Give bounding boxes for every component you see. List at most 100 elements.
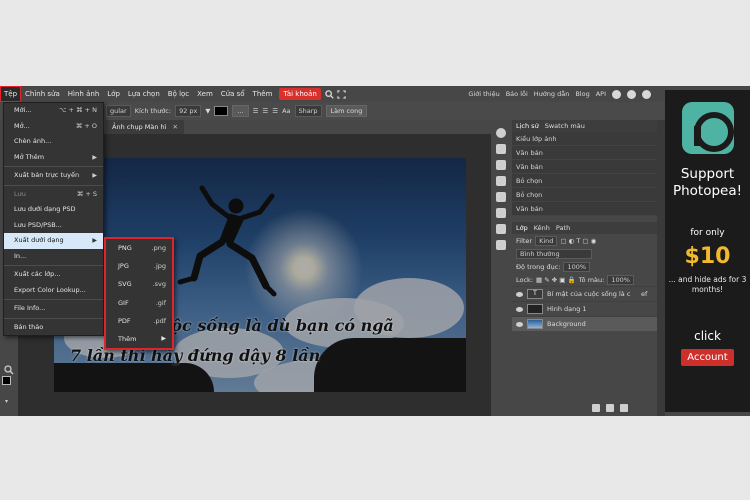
- paragraph-icon[interactable]: [496, 192, 506, 202]
- brush-icon[interactable]: [496, 160, 506, 170]
- search-icon[interactable]: [324, 86, 336, 102]
- tab-label: Ảnh chụp Màn hì: [112, 123, 167, 131]
- export-jpg[interactable]: JPG .jpg: [106, 257, 172, 275]
- menu-filter[interactable]: Bộ lọc: [164, 86, 193, 102]
- facebook-icon[interactable]: [642, 89, 651, 99]
- caption-line-1[interactable]: cuộc sống là dù bạn có ngã: [150, 316, 394, 335]
- twitter-icon[interactable]: [627, 89, 636, 99]
- chevron-down-icon[interactable]: ▼: [205, 107, 210, 115]
- foreground-color-swatch[interactable]: [2, 376, 11, 385]
- new-layer-icon[interactable]: [606, 404, 614, 412]
- align-center-icon[interactable]: ☰: [262, 107, 268, 115]
- opacity-input[interactable]: 100%: [563, 261, 591, 272]
- adjustments-icon[interactable]: [496, 176, 506, 186]
- ad-account-button[interactable]: Account: [681, 349, 734, 366]
- menu-item-export-color-lookup[interactable]: Export Color Lookup...: [4, 283, 103, 299]
- filter-kind-select[interactable]: Kind: [535, 235, 558, 246]
- menu-more[interactable]: Thêm: [249, 86, 277, 102]
- link-api[interactable]: API: [596, 90, 606, 98]
- menu-item-export-layers[interactable]: Xuất các lớp...: [4, 267, 103, 283]
- more-options-button[interactable]: ...: [232, 105, 249, 117]
- history-row[interactable]: Bỏ chọn: [512, 188, 657, 202]
- menu-item-print[interactable]: In...: [4, 249, 103, 265]
- export-svg[interactable]: SVG .svg: [106, 275, 172, 293]
- menu-item-open-more[interactable]: Mở Thêm ▶: [4, 150, 103, 166]
- layer-row[interactable]: Background: [512, 316, 657, 331]
- menu-edit[interactable]: Chỉnh sửa: [21, 86, 64, 102]
- menu-view[interactable]: Xem: [193, 86, 217, 102]
- history-row[interactable]: Văn bản: [512, 146, 657, 160]
- menu-account[interactable]: Tài khoản: [279, 88, 321, 100]
- menu-item-drafts[interactable]: Bản thảo: [4, 320, 103, 336]
- menu-window[interactable]: Cửa sổ: [217, 86, 249, 102]
- menu-item-save[interactable]: Lưu ⌘ + S: [4, 187, 103, 203]
- export-gif[interactable]: GIF .gif: [106, 294, 172, 312]
- menu-item-label: Lưu PSD/PSB...: [14, 220, 62, 229]
- export-png[interactable]: PNG .png: [106, 239, 172, 257]
- history-row[interactable]: Bỏ chọn: [512, 174, 657, 188]
- tab-channels[interactable]: Kênh: [534, 222, 550, 234]
- eye-icon[interactable]: [516, 306, 523, 312]
- menu-item-save-psd[interactable]: Lưu dưới dạng PSD: [4, 202, 103, 218]
- tab-document[interactable]: Ảnh chụp Màn hì ✕: [106, 120, 184, 134]
- shape-layer-thumb: [527, 304, 543, 314]
- layer-row[interactable]: Hình dạng 1: [512, 301, 657, 316]
- filter-icons[interactable]: ▢ ◐ T ▢ ◉: [560, 237, 596, 245]
- font-size-input[interactable]: 92 px: [175, 105, 202, 117]
- zoom-tool-icon[interactable]: [4, 360, 14, 375]
- menu-file[interactable]: Tệp: [0, 86, 22, 102]
- fill-input[interactable]: 100%: [607, 274, 634, 285]
- blend-mode-select[interactable]: Bình thường: [516, 248, 592, 259]
- export-more[interactable]: Thêm ▶: [106, 330, 172, 348]
- link-report-bug[interactable]: Báo lỗi: [506, 90, 528, 98]
- layer-row[interactable]: T Bí mật của cuộc sống là c ef: [512, 286, 657, 301]
- character-icon[interactable]: [496, 208, 506, 218]
- menu-item-publish-online[interactable]: Xuất bản trực tuyến ▶: [4, 168, 103, 184]
- new-group-icon[interactable]: [592, 404, 600, 412]
- align-right-icon[interactable]: ☰: [272, 107, 278, 115]
- menu-image[interactable]: Hình ảnh: [64, 86, 103, 102]
- eye-icon[interactable]: [516, 321, 523, 327]
- delete-layer-icon[interactable]: [620, 404, 628, 412]
- menu-item-save-psd-psb[interactable]: Lưu PSD/PSB...: [4, 218, 103, 234]
- tab-swatches[interactable]: Swatch màu: [545, 120, 585, 132]
- align-left-icon[interactable]: ☰: [253, 107, 259, 115]
- fullscreen-icon[interactable]: [336, 86, 348, 102]
- info-icon[interactable]: [496, 128, 506, 138]
- reddit-icon[interactable]: [612, 89, 621, 99]
- history-row[interactable]: Văn bản: [512, 160, 657, 174]
- menu-select[interactable]: Lựa chọn: [124, 86, 164, 102]
- export-pdf[interactable]: PDF .pdf: [106, 312, 172, 330]
- toolbar-expand-icon[interactable]: ▾: [5, 398, 8, 405]
- menu-item-export-as[interactable]: Xuất dưới dạng ▶: [4, 233, 103, 249]
- menu-item-insert-image[interactable]: Chèn ảnh...: [4, 134, 103, 150]
- panel-scrollbar[interactable]: [657, 120, 665, 416]
- menu-item-new[interactable]: Mới... ⌥ + ⌘ + N: [4, 103, 103, 119]
- tab-history[interactable]: Lịch sử: [516, 120, 539, 132]
- warp-button[interactable]: Làm cong: [325, 105, 368, 117]
- history-row[interactable]: Văn bản: [512, 202, 657, 216]
- image-icon[interactable]: [496, 240, 506, 250]
- css-icon[interactable]: [496, 224, 506, 234]
- antialias-select[interactable]: Sharp: [294, 105, 322, 117]
- tab-paths[interactable]: Path: [556, 222, 570, 234]
- lock-icons[interactable]: ▦ ✎ ✥ ▣ 🔒: [536, 276, 576, 284]
- link-about[interactable]: Giới thiệu: [468, 90, 499, 98]
- layers-panel-tabs: Lớp Kênh Path: [512, 222, 657, 234]
- panel-icon-column: [491, 120, 511, 416]
- properties-icon[interactable]: [496, 144, 506, 154]
- text-color-swatch[interactable]: [214, 106, 229, 116]
- menu-item-open[interactable]: Mở... ⌘ + O: [4, 119, 103, 135]
- history-row[interactable]: Kiểu lớp ảnh: [512, 132, 657, 146]
- link-tutorial[interactable]: Hướng dẫn: [534, 90, 570, 98]
- menu-layer[interactable]: Lớp: [103, 86, 124, 102]
- link-blog[interactable]: Blog: [575, 90, 589, 98]
- blend-row: Bình thường: [512, 247, 657, 260]
- layer-effects[interactable]: ef: [641, 290, 647, 298]
- eye-icon[interactable]: [516, 291, 523, 297]
- font-style-select[interactable]: gular: [106, 105, 131, 117]
- export-as-submenu: PNG .png JPG .jpg SVG .svg GIF .gif PDF .pdf …: [104, 237, 174, 351]
- menu-item-file-info[interactable]: File Info...: [4, 301, 103, 317]
- tab-layers[interactable]: Lớp: [516, 222, 528, 234]
- close-icon[interactable]: ✕: [173, 123, 178, 131]
